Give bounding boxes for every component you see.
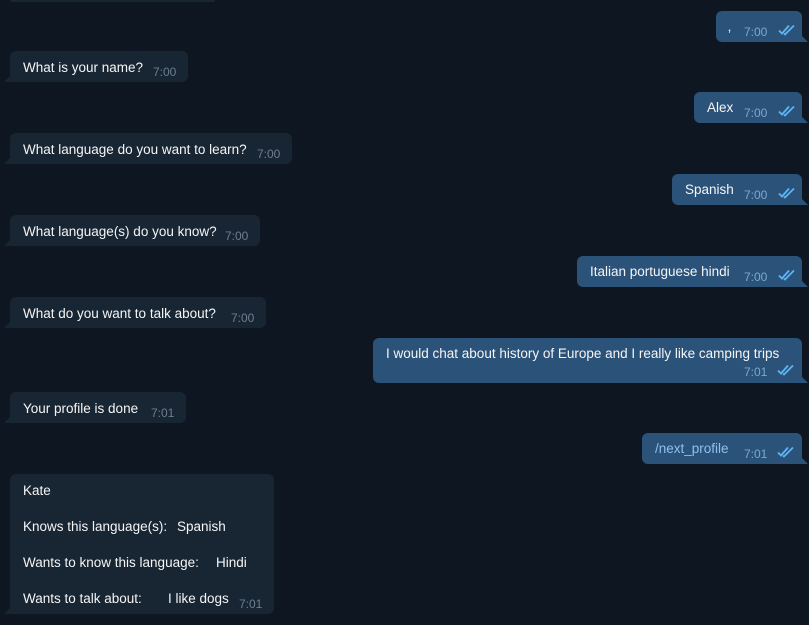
message-text: Alex bbox=[707, 100, 734, 115]
message-time: 7:00 bbox=[153, 65, 177, 79]
incoming-message[interactable]: What is your name? 7:00 bbox=[4, 51, 188, 82]
message-text: What is your name? bbox=[23, 60, 144, 75]
incoming-message[interactable]: What do you want to talk about? 7:00 bbox=[4, 297, 266, 328]
profile-wants-label: Wants to know this language: bbox=[23, 555, 199, 570]
message-text: Your profile is done bbox=[23, 401, 139, 416]
message-time: 7:01 bbox=[151, 406, 175, 420]
partial-message-bubble-top bbox=[10, 0, 215, 2]
message-time: 7:00 bbox=[231, 311, 255, 325]
message-text: What language do you want to learn? bbox=[23, 142, 247, 157]
double-check-icon bbox=[777, 364, 795, 376]
incoming-message[interactable]: What language(s) do you know? 7:00 bbox=[4, 215, 260, 246]
message-text: I would chat about history of Europe and… bbox=[386, 346, 780, 361]
profile-card-message[interactable]: Kate Knows this language(s): Spanish Wan… bbox=[4, 474, 274, 614]
message-time: 7:01 bbox=[744, 447, 768, 461]
double-check-icon bbox=[778, 187, 796, 199]
outgoing-message[interactable]: Spanish 7:00 bbox=[672, 174, 808, 205]
message-text: Spanish bbox=[685, 182, 734, 197]
message-time: 7:00 bbox=[744, 25, 768, 39]
profile-talk-value: I like dogs bbox=[168, 591, 229, 606]
profile-talk-label: Wants to talk about: bbox=[23, 591, 142, 606]
outgoing-message[interactable]: Italian portuguese hindi 7:00 bbox=[577, 256, 808, 287]
message-time: 7:00 bbox=[744, 106, 768, 120]
double-check-icon bbox=[777, 446, 795, 458]
message-time: 7:01 bbox=[744, 365, 768, 379]
incoming-message[interactable]: Your profile is done 7:01 bbox=[4, 392, 186, 423]
message-time: 7:00 bbox=[225, 229, 249, 243]
double-check-icon bbox=[778, 105, 796, 117]
message-time: 7:00 bbox=[744, 188, 768, 202]
bot-command-link[interactable]: /next_profile bbox=[655, 440, 729, 457]
message-text: ‚ bbox=[728, 19, 731, 34]
profile-knows-label: Knows this language(s): bbox=[23, 519, 168, 534]
message-text: Italian portuguese hindi bbox=[590, 264, 730, 279]
message-text: What do you want to talk about? bbox=[23, 306, 216, 321]
outgoing-message[interactable]: ‚ 7:00 bbox=[716, 11, 808, 42]
incoming-message[interactable]: What language do you want to learn? 7:00 bbox=[4, 133, 292, 164]
outgoing-message[interactable]: Alex 7:00 bbox=[694, 92, 808, 123]
outgoing-message[interactable]: /next_profile 7:01 bbox=[642, 433, 808, 464]
message-time: 7:00 bbox=[257, 147, 281, 161]
double-check-icon bbox=[778, 269, 796, 281]
profile-wants-value: Hindi bbox=[216, 555, 247, 570]
message-time: 7:01 bbox=[239, 597, 263, 611]
message-text: What language(s) do you know? bbox=[23, 224, 217, 239]
outgoing-message[interactable]: I would chat about history of Europe and… bbox=[373, 338, 808, 383]
profile-name: Kate bbox=[23, 483, 51, 498]
chat-history: ‚ 7:00 What is your name? 7:00 Alex 7:00… bbox=[0, 0, 809, 625]
profile-knows-value: Spanish bbox=[177, 519, 226, 534]
double-check-icon bbox=[778, 24, 796, 36]
message-time: 7:00 bbox=[744, 270, 768, 284]
